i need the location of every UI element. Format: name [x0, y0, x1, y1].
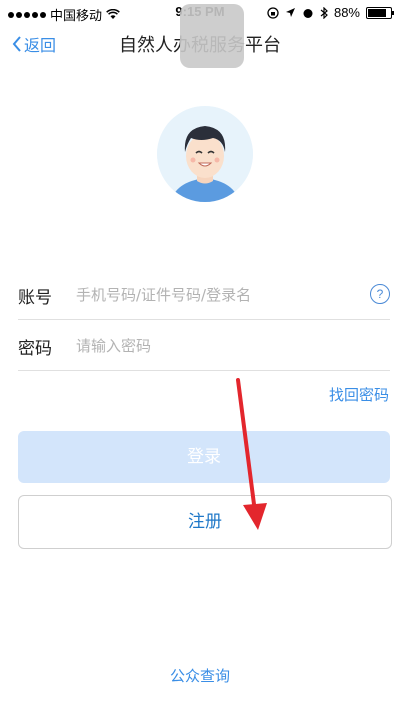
public-query-link[interactable]: 公众查询: [0, 665, 400, 686]
avatar: [157, 106, 253, 202]
battery-fill: [368, 8, 386, 17]
account-input[interactable]: 手机号码/证件号码/登录名: [76, 284, 251, 305]
help-icon[interactable]: ?: [370, 284, 390, 304]
user-avatar-icon: [157, 106, 253, 202]
account-field[interactable]: 账号 手机号码/证件号码/登录名 ?: [18, 269, 390, 320]
password-field[interactable]: 密码 请输入密码: [18, 320, 390, 371]
alarm-icon: [303, 8, 313, 18]
bluetooth-icon: [320, 6, 328, 19]
location-icon: [285, 8, 295, 17]
account-label: 账号: [18, 288, 52, 308]
battery-icon: [366, 6, 394, 19]
register-button[interactable]: 注册: [18, 495, 392, 549]
status-right: 88%: [267, 5, 394, 20]
password-input[interactable]: 请输入密码: [76, 335, 151, 356]
rotation-lock-icon: [267, 6, 279, 19]
overlay-square: [180, 4, 244, 68]
password-label: 密码: [18, 339, 52, 359]
forgot-password-link[interactable]: 找回密码: [329, 384, 389, 405]
battery-percent: 88%: [333, 5, 360, 20]
login-button[interactable]: 登录: [18, 431, 390, 483]
